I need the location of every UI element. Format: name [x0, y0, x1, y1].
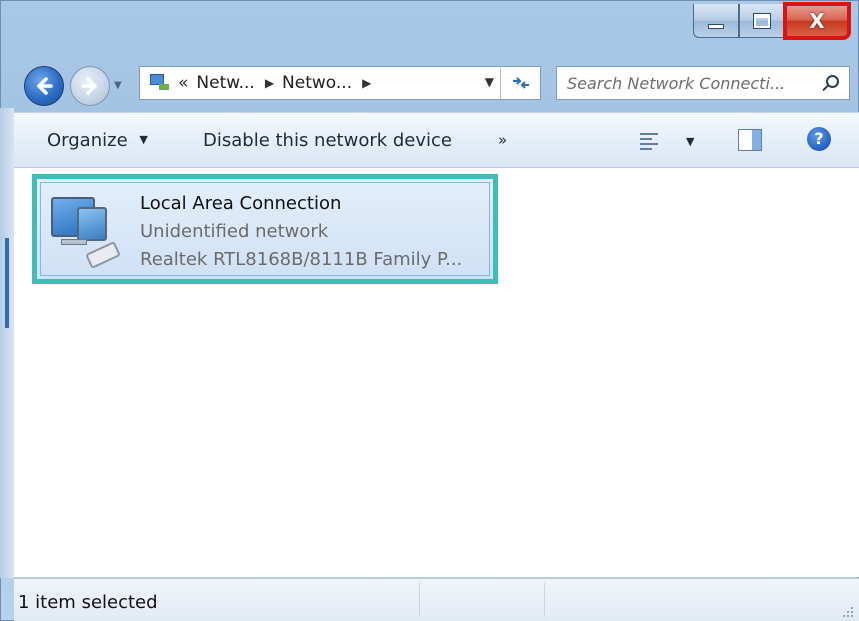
close-icon: X — [809, 8, 825, 33]
status-divider — [419, 583, 420, 617]
status-bar: 1 item selected — [14, 578, 859, 621]
navigation-pane-edge — [0, 108, 14, 578]
disable-network-device-button[interactable]: Disable this network device — [203, 130, 452, 151]
breadcrumb-item-network-connections[interactable]: Netwo... — [282, 73, 352, 93]
change-view-icon[interactable] — [640, 132, 658, 150]
title-bar[interactable]: X — [0, 0, 859, 52]
organize-button[interactable]: Organize ▼ — [47, 130, 148, 151]
file-list-area[interactable]: Local Area Connection Unidentified netwo… — [14, 168, 859, 577]
recent-pages-dropdown[interactable]: ▼ — [114, 80, 122, 91]
search-box[interactable] — [556, 66, 850, 100]
back-button[interactable] — [24, 66, 64, 106]
network-connections-icon — [148, 72, 170, 94]
help-icon[interactable]: ? — [807, 127, 831, 151]
breadcrumb-separator-icon[interactable]: ▶ — [362, 76, 371, 90]
splitter-handle[interactable] — [5, 238, 9, 328]
status-divider — [544, 583, 545, 617]
organize-label: Organize — [47, 130, 128, 151]
list-item-local-area-connection[interactable]: Local Area Connection Unidentified netwo… — [32, 174, 498, 284]
breadcrumb-separator-icon[interactable]: ▶ — [265, 76, 274, 90]
navigation-bar: ▼ « Netw... ▶ Netwo... ▶ ▼ — [0, 52, 859, 108]
refresh-icon — [512, 77, 529, 89]
address-dropdown-icon[interactable]: ▼ — [485, 75, 494, 89]
connection-name: Local Area Connection — [140, 193, 342, 214]
forward-button[interactable] — [70, 66, 110, 106]
maximize-icon — [753, 12, 771, 29]
status-text: 1 item selected — [18, 592, 158, 613]
connection-adapter: Realtek RTL8168B/8111B Family P... — [140, 249, 463, 270]
caption-buttons: X — [693, 2, 851, 40]
address-bar[interactable]: « Netw... ▶ Netwo... ▶ ▼ — [139, 66, 541, 100]
chevron-down-icon: ▼ — [114, 80, 122, 91]
breadcrumb-item-network[interactable]: Netw... — [196, 73, 254, 93]
refresh-button[interactable] — [500, 67, 540, 99]
search-input[interactable] — [567, 68, 817, 98]
close-button[interactable]: X — [783, 2, 851, 40]
more-commands-button[interactable]: » — [498, 131, 507, 149]
search-icon[interactable] — [821, 75, 839, 93]
maximize-button[interactable] — [739, 4, 785, 38]
resize-grip-icon[interactable] — [841, 605, 853, 617]
command-bar: Organize ▼ Disable this network device »… — [14, 112, 859, 168]
preview-pane-icon[interactable] — [738, 129, 762, 151]
connection-details: Local Area Connection Unidentified netwo… — [140, 193, 462, 270]
connection-status: Unidentified network — [140, 221, 329, 242]
view-options-dropdown[interactable]: ▼ — [686, 135, 694, 148]
minimize-icon — [708, 24, 724, 29]
chevron-down-icon: ▼ — [139, 133, 148, 146]
minimize-button[interactable] — [693, 4, 739, 38]
back-arrow-icon — [37, 77, 53, 95]
network-connection-icon — [47, 191, 127, 271]
breadcrumb-overflow[interactable]: « — [178, 73, 188, 93]
forward-arrow-icon — [81, 77, 97, 95]
